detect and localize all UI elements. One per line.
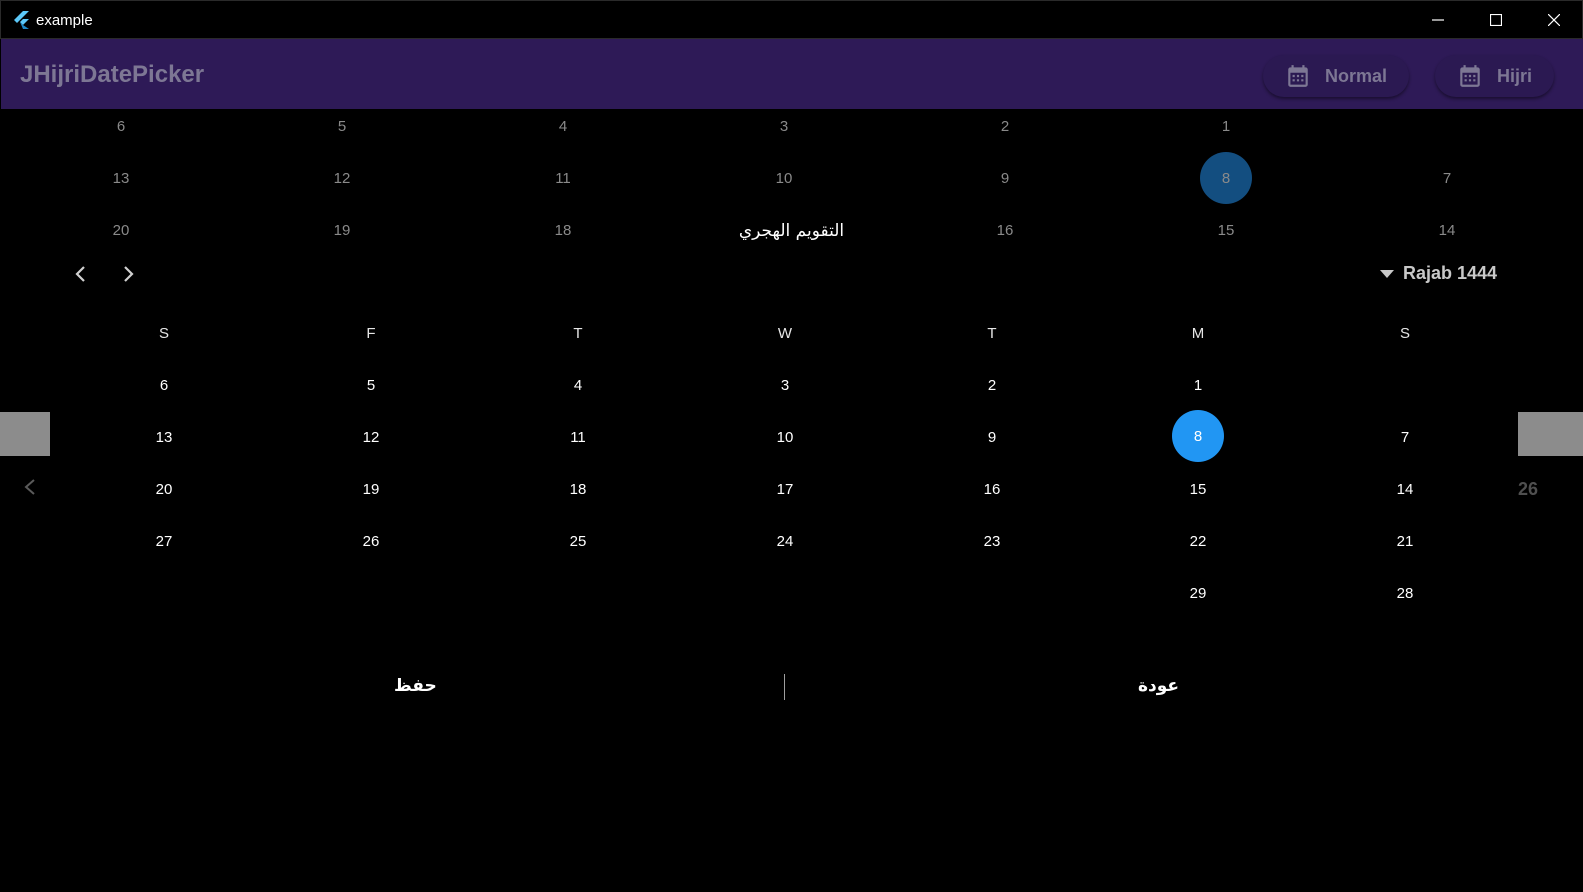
dialog-sheet (0, 458, 1583, 884)
selected-day[interactable]: 8 (1172, 410, 1224, 462)
weekday-label: T (987, 325, 997, 342)
day-cell[interactable]: 25 (558, 533, 598, 550)
chevron-left-icon (75, 266, 85, 282)
day-cell[interactable]: 10 (765, 429, 805, 446)
day-cell[interactable]: 26 (351, 533, 391, 550)
weekday-label: T (573, 325, 583, 342)
weekday-label: S (1399, 325, 1410, 342)
day-cell[interactable]: 15 (1178, 481, 1218, 498)
day-cell[interactable]: 9 (972, 429, 1012, 446)
day-cell[interactable]: 22 (1178, 533, 1218, 550)
next-month-button[interactable] (116, 261, 142, 287)
day-cell[interactable]: 21 (1385, 533, 1425, 550)
bg-day: 6 (116, 118, 126, 135)
day-cell[interactable]: 11 (558, 429, 598, 446)
close-button[interactable] (1525, 1, 1583, 39)
background-side-number: 26 (1518, 479, 1539, 499)
day-cell[interactable]: 2 (972, 377, 1012, 394)
weekday-label: F (366, 325, 376, 342)
dropdown-arrow-icon (1380, 269, 1394, 278)
day-cell[interactable]: 20 (144, 481, 184, 498)
bg-day: 13 (112, 170, 130, 187)
previous-month-button[interactable] (67, 261, 93, 287)
hijri-calendar-button[interactable]: Hijri (1435, 55, 1555, 97)
background-prev-icon (20, 476, 40, 503)
bg-day: 9 (1000, 170, 1010, 187)
action-divider (784, 674, 785, 700)
bg-day: 2 (1000, 118, 1010, 135)
save-button[interactable]: حفظ (394, 676, 437, 696)
day-cell[interactable]: 14 (1385, 481, 1425, 498)
bg-day: 4 (558, 118, 568, 135)
day-cell[interactable]: 4 (558, 377, 598, 394)
day-cell[interactable]: 23 (972, 533, 1012, 550)
dialog-title: التقويم الهجري (738, 221, 845, 241)
month-year-label: Rajab 1444 (1403, 263, 1498, 283)
minimize-button[interactable] (1409, 1, 1467, 39)
day-cell[interactable]: 18 (558, 481, 598, 498)
bg-day: 10 (775, 170, 793, 187)
bg-day: 7 (1442, 170, 1452, 187)
day-cell[interactable]: 24 (765, 533, 805, 550)
maximize-icon (1490, 14, 1502, 26)
minimize-icon (1432, 19, 1444, 21)
bg-day: 3 (779, 118, 789, 135)
day-cell[interactable]: 12 (351, 429, 391, 446)
window-titlebar: example (0, 0, 1583, 39)
month-year-selector[interactable]: Rajab 1444 (1380, 263, 1497, 284)
day-cell[interactable]: 6 (144, 377, 184, 394)
day-cell[interactable]: 19 (351, 481, 391, 498)
day-cell[interactable]: 17 (765, 481, 805, 498)
bg-day: 11 (555, 170, 571, 187)
window-title: example (36, 12, 93, 29)
app-title: JHijriDatePicker (20, 61, 205, 88)
weekday-label: M (1191, 325, 1205, 342)
day-cell[interactable]: 28 (1385, 585, 1425, 602)
bg-day: 8 (1221, 170, 1231, 187)
bg-day: 12 (333, 170, 351, 187)
day-cell[interactable]: 27 (144, 533, 184, 550)
selected-day-label: 8 (1193, 427, 1203, 445)
maximize-button[interactable] (1467, 1, 1525, 39)
bg-day: 1 (1221, 118, 1231, 135)
bg-day: 5 (337, 118, 347, 135)
normal-calendar-button[interactable]: Normal (1263, 55, 1410, 97)
close-icon (1548, 14, 1560, 26)
calendar-icon (1460, 65, 1480, 87)
flutter-logo-icon (14, 11, 29, 29)
day-cell[interactable]: 7 (1385, 429, 1425, 446)
background-panel-edge (0, 412, 50, 456)
app-bar: JHijriDatePicker Normal Hijri (1, 39, 1583, 109)
chevron-right-icon (124, 266, 134, 282)
hijri-button-label: Hijri (1497, 65, 1533, 86)
calendar-icon (1288, 65, 1308, 87)
normal-button-label: Normal (1325, 65, 1388, 86)
day-cell[interactable]: 3 (765, 377, 805, 394)
day-cell[interactable]: 29 (1178, 585, 1218, 602)
day-cell[interactable]: 1 (1178, 377, 1218, 394)
weekday-label: S (158, 325, 169, 342)
day-cell[interactable]: 13 (144, 429, 184, 446)
background-panel-edge (1518, 412, 1583, 456)
weekday-label: W (777, 325, 793, 342)
day-cell[interactable]: 5 (351, 377, 391, 394)
day-cell[interactable]: 16 (972, 481, 1012, 498)
back-button[interactable]: عودة (1138, 676, 1179, 696)
